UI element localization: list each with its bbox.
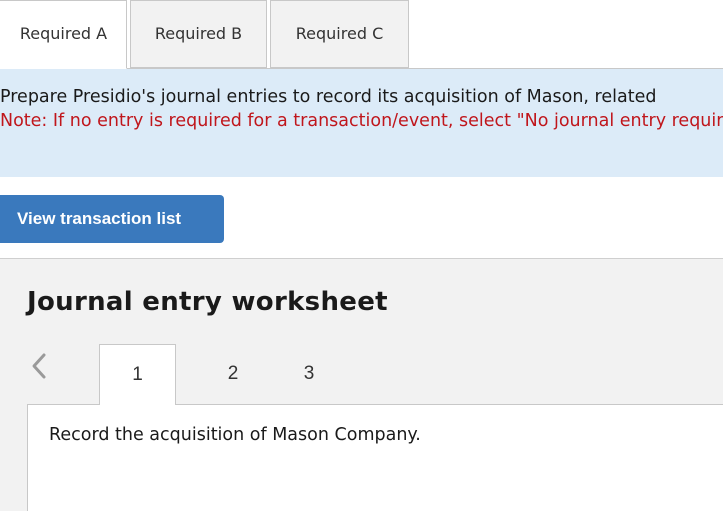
step-tab-3[interactable]: 3 — [276, 344, 342, 404]
worksheet-title: Journal entry worksheet — [27, 287, 388, 317]
tab-required-c[interactable]: Required C — [270, 0, 409, 68]
chevron-left-icon[interactable] — [30, 352, 48, 380]
step-tab-2[interactable]: 2 — [200, 344, 266, 404]
worksheet-entry-panel: Record the acquisition of Mason Company. — [27, 404, 723, 511]
tab-required-b[interactable]: Required B — [130, 0, 267, 68]
required-tabs: Required A Required B Required C — [0, 0, 723, 69]
page: Required A Required B Required C Prepare… — [0, 0, 723, 511]
entry-instruction: Record the acquisition of Mason Company. — [49, 425, 421, 445]
instructions-note: Note: If no entry is required for a tran… — [0, 111, 723, 131]
step-tab-1[interactable]: 1 — [99, 344, 176, 405]
view-transaction-list-button[interactable]: View transaction list — [0, 195, 224, 243]
instructions-text: Prepare Presidio's journal entries to re… — [0, 87, 657, 107]
instructions-banner: Prepare Presidio's journal entries to re… — [0, 69, 723, 177]
journal-entry-worksheet: Journal entry worksheet 1 2 3 Record the… — [0, 258, 723, 511]
tab-required-a[interactable]: Required A — [0, 0, 127, 69]
